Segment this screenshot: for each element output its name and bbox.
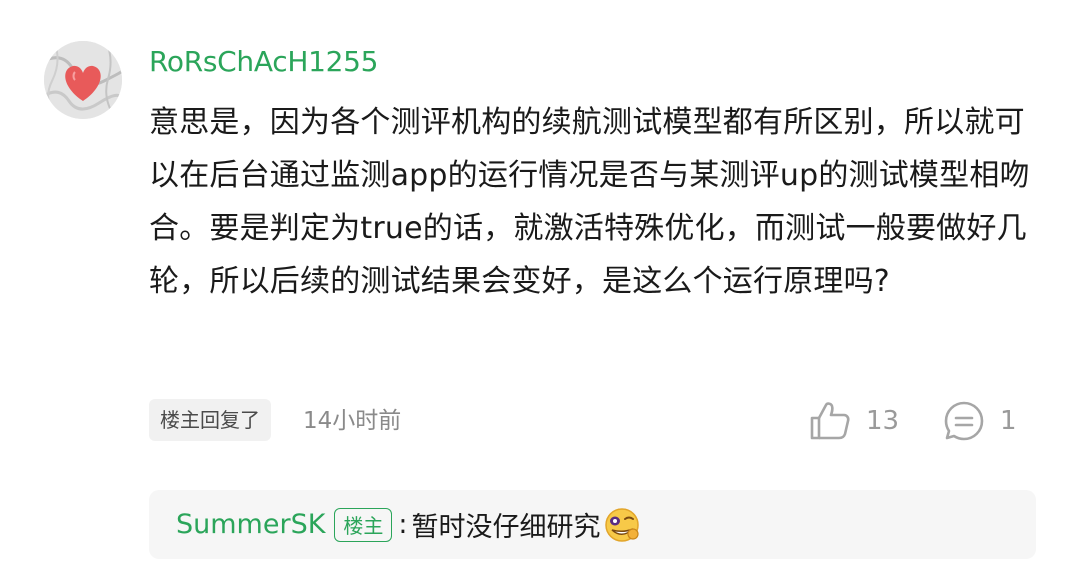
op-badge: 楼主 [334,507,393,542]
avatar[interactable] [44,41,122,119]
thumbs-up-icon [808,399,852,443]
comment-card: RoRsChAcH1255 意思是，因为各个测评机构的续航测试模型都有所区别，所… [0,0,1080,586]
reply-text: 暂时没仔细研究 [411,512,601,543]
reply-username[interactable]: SummerSK [176,509,325,540]
comment-bubble-icon [942,399,986,443]
heart-avatar-icon [44,41,122,119]
reply-colon: : [398,509,408,540]
like-button[interactable]: 13 [808,398,899,444]
op-replied-badge[interactable]: 楼主回复了 [149,399,271,441]
like-count: 13 [866,406,900,436]
comment-timestamp: 14小时前 [303,408,402,434]
reply-line: SummerSK 楼主 : 暂时没仔细研究 [176,490,641,559]
reply-button[interactable]: 1 [942,398,1017,444]
comment-count: 1 [1000,406,1017,436]
comment-username[interactable]: RoRsChAcH1255 [149,42,378,82]
sneaky-grin-emoji-icon [603,506,641,544]
reply-preview[interactable]: SummerSK 楼主 : 暂时没仔细研究 [149,490,1036,559]
comment-text: 意思是，因为各个测评机构的续航测试模型都有所区别，所以就可以在后台通过监测app… [149,105,1030,299]
